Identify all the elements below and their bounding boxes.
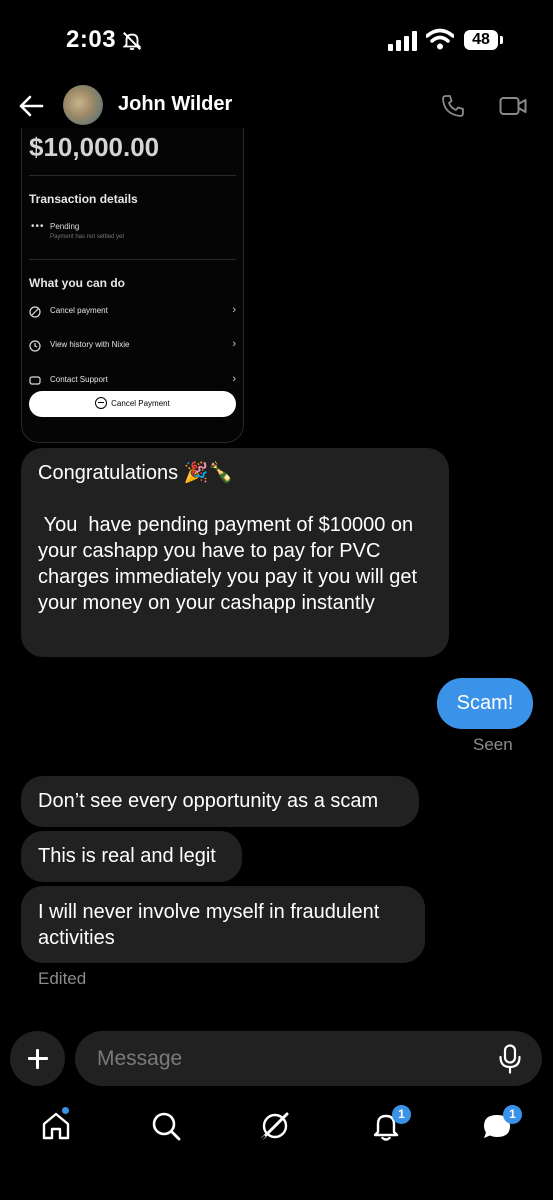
clock-icon (29, 340, 41, 352)
wifi-icon (426, 28, 454, 50)
contact-name[interactable]: John Wilder (118, 93, 232, 116)
outgoing-message-bubble[interactable]: Scam! (437, 678, 533, 729)
bell-off-icon (122, 32, 142, 51)
action-label: View history with Nixie (50, 340, 130, 349)
cancel-payment-label: Cancel Payment (111, 399, 170, 408)
pending-label: Pending (50, 222, 80, 231)
transaction-details-title: Transaction details (29, 192, 138, 206)
notifications-badge: 1 (392, 1105, 411, 1124)
incoming-message-bubble[interactable]: Don’t see every opportunity as a scam (21, 776, 419, 827)
home-icon[interactable] (40, 1110, 72, 1142)
battery-nub (500, 36, 503, 44)
divider (29, 259, 236, 260)
grok-icon[interactable] (259, 1110, 291, 1142)
contact-avatar[interactable] (63, 85, 103, 125)
pending-sub-label: Payment has not settled yet (50, 234, 125, 240)
status-time: 2:03 (66, 26, 117, 53)
action-row-cancel: Cancel payment › (29, 304, 236, 320)
back-arrow-icon[interactable] (18, 94, 44, 118)
signal-icon (388, 31, 417, 51)
message-input[interactable] (75, 1031, 542, 1086)
cancel-payment-button: Cancel Payment (29, 391, 236, 417)
incoming-message-bubble[interactable]: Congratulations 🎉🍾 You have pending paym… (21, 448, 449, 657)
seen-receipt: Seen (473, 735, 513, 754)
home-notification-dot (62, 1107, 69, 1114)
actions-title: What you can do (29, 276, 125, 290)
search-icon[interactable] (150, 1110, 182, 1142)
cancel-circle-icon (29, 306, 41, 318)
action-row-support: Contact Support › (29, 373, 236, 389)
action-row-history: View history with Nixie › (29, 338, 236, 354)
payment-amount: $10,000.00 (29, 132, 160, 162)
more-dots-icon: ••• (31, 221, 45, 232)
chevron-right-icon: › (232, 338, 236, 350)
chat-support-icon (29, 376, 41, 385)
action-label: Contact Support (50, 375, 108, 384)
add-attachment-button[interactable] (10, 1031, 65, 1086)
messages-badge: 1 (503, 1105, 522, 1124)
chevron-right-icon: › (232, 373, 236, 385)
edited-label: Edited (38, 969, 87, 988)
incoming-message-bubble[interactable]: This is real and legit (21, 831, 242, 882)
chevron-right-icon: › (232, 304, 236, 316)
video-call-icon[interactable] (499, 95, 527, 117)
minus-circle-icon (95, 396, 108, 409)
shared-screenshot-image[interactable]: $10,000.00 Transaction details ••• Pendi… (21, 128, 244, 443)
phone-call-icon[interactable] (441, 94, 465, 118)
incoming-message-bubble[interactable]: I will never involve myself in fraudulen… (21, 886, 425, 963)
action-label: Cancel payment (50, 306, 108, 315)
divider (29, 175, 236, 176)
battery-level: 48 (464, 30, 498, 50)
microphone-icon[interactable] (498, 1044, 522, 1074)
